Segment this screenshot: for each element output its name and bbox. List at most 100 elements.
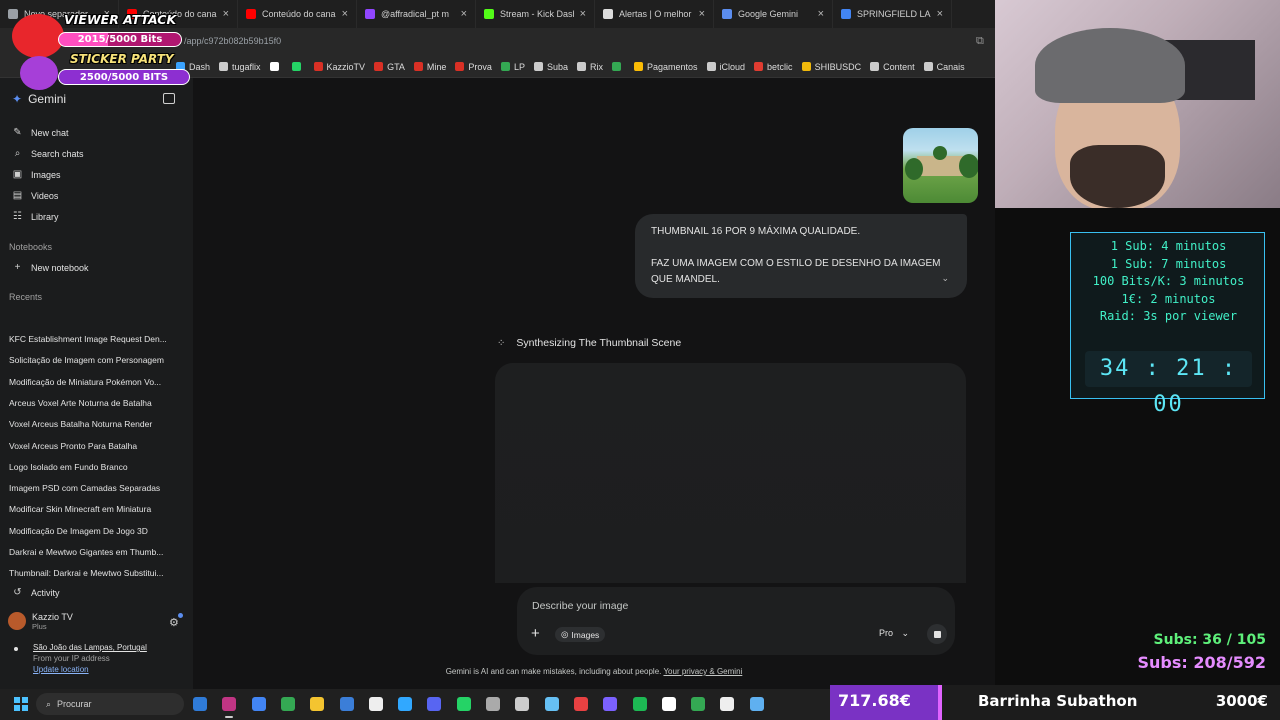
bookmark-icon — [576, 62, 586, 71]
gemini-logo[interactable]: ✦ Gemini — [12, 92, 66, 106]
activity-button[interactable]: ↺ Activity — [12, 587, 59, 598]
sidebar-nav-item[interactable]: ▤ Videos — [12, 190, 59, 201]
app-green-icon[interactable] — [280, 697, 295, 711]
discord-icon[interactable] — [427, 697, 442, 711]
folder-icon[interactable] — [310, 697, 325, 711]
bookmark-item[interactable]: KazzioTV — [313, 62, 365, 72]
capcut-pro-icon[interactable] — [720, 697, 735, 711]
close-tab-icon[interactable]: × — [461, 8, 467, 20]
bookmark-item[interactable] — [611, 62, 625, 71]
recent-chat-item[interactable]: Arceus Voxel Arte Noturna de Batalha — [9, 398, 179, 408]
update-location-link[interactable]: Update location — [33, 665, 147, 674]
recent-chat-item[interactable]: Imagem PSD com Camadas Separadas — [9, 483, 179, 493]
sidebar-nav-item[interactable]: ✎ New chat — [12, 127, 68, 138]
edit-icon: ✎ — [13, 127, 22, 138]
close-tab-icon[interactable]: × — [580, 8, 586, 20]
close-tab-icon[interactable]: × — [699, 8, 705, 20]
translate-icon[interactable]: ⧉ — [976, 35, 984, 48]
whatsapp-icon[interactable] — [456, 697, 471, 711]
tab-label: SPRINGFIELD LAND — [857, 9, 931, 19]
avatar[interactable] — [8, 612, 26, 630]
bookmark-label: betclic — [767, 61, 793, 72]
prompt-input-box[interactable]: Describe your image + ◎ Images Pro ⌄ — [517, 587, 955, 655]
notepad-icon[interactable] — [749, 697, 764, 711]
sidebar-toggle-icon[interactable] — [163, 93, 175, 104]
photoshop-icon[interactable] — [398, 697, 413, 711]
url-text[interactable]: /app/c972b082b59b15f0 — [184, 36, 281, 46]
stop-generation-button[interactable] — [927, 624, 947, 644]
drive-icon[interactable] — [691, 697, 706, 711]
chrome-icon[interactable] — [251, 697, 266, 711]
browser-tab[interactable]: @affradical_pt m × — [357, 0, 476, 28]
bookmark-item[interactable] — [269, 62, 283, 71]
user-account[interactable]: Kazzio TV Plus — [8, 612, 73, 631]
images-tool-chip[interactable]: ◎ Images — [555, 627, 606, 642]
app-icon[interactable] — [486, 697, 500, 711]
recent-chat-item[interactable]: Logo Isolado em Fundo Branco — [9, 462, 179, 472]
close-tab-icon[interactable]: × — [818, 8, 824, 20]
recent-chat-item[interactable]: Modificar Skin Minecraft em Miniatura — [9, 504, 179, 514]
browser-tab[interactable]: Google Gemini × — [714, 0, 833, 28]
bookmark-label: Suba — [546, 61, 568, 72]
recent-chat-item[interactable]: Voxel Arceus Batalha Noturna Render — [9, 419, 179, 429]
bookmark-item[interactable]: Canais — [923, 62, 965, 72]
close-tab-icon[interactable]: × — [937, 8, 943, 20]
new-notebook-button[interactable]: + New notebook — [12, 262, 89, 273]
recent-chat-item[interactable]: Thumbnail: Darkrai e Mewtwo Substitui... — [9, 568, 179, 578]
bookmark-icon — [219, 62, 229, 71]
recent-chat-item[interactable]: Voxel Arceus Pronto Para Batalha — [9, 441, 179, 451]
nav-label: Images — [31, 169, 61, 180]
bookmark-item[interactable]: SHIBUSDC — [801, 62, 861, 72]
close-tab-icon[interactable]: × — [342, 8, 348, 20]
bookmark-item[interactable] — [291, 62, 305, 71]
capcut-alt-icon[interactable] — [661, 697, 676, 711]
bookmark-item[interactable]: iCloud — [706, 62, 745, 72]
sidebar-nav-item[interactable]: ▣ Images — [12, 169, 61, 180]
uploaded-image-thumbnail[interactable] — [903, 128, 978, 203]
thinking-status[interactable]: ⁘ Synthesizing The Thumbnail Scene — [497, 337, 681, 349]
browser-tab[interactable]: SPRINGFIELD LAND × — [833, 0, 952, 28]
calculator-icon[interactable] — [339, 697, 354, 711]
prompt-input[interactable]: Describe your image — [532, 600, 628, 612]
recent-chat-item[interactable]: Modificação de Miniatura Pokémon Vo... — [9, 377, 179, 387]
file-explorer-icon[interactable] — [193, 697, 207, 711]
browser-tab[interactable]: Conteúdo do canal - × — [238, 0, 357, 28]
capcut-icon[interactable] — [368, 697, 383, 711]
browser-tab[interactable]: Stream - Kick Dashb × — [476, 0, 595, 28]
sidebar-nav-item[interactable]: ⌕ Search chats — [12, 148, 84, 159]
taskbar-search[interactable]: ⌕ Procurar — [36, 693, 184, 715]
bookmark-item[interactable]: Suba — [533, 61, 568, 72]
close-tab-icon[interactable]: × — [223, 8, 229, 20]
expand-chevron-icon[interactable]: ⌄ — [941, 270, 949, 286]
obs-icon[interactable] — [515, 697, 530, 711]
bookmark-label: Mine — [426, 61, 447, 72]
steam-icon[interactable] — [544, 697, 559, 711]
sidebar-nav-item[interactable]: ☷ Library — [12, 211, 59, 222]
recent-chat-item[interactable]: Modificação De Imagem De Jogo 3D — [9, 526, 179, 536]
bookmark-item[interactable]: Pagamentos — [633, 62, 698, 72]
windows-start-icon[interactable] — [14, 697, 28, 711]
riot-icon[interactable] — [573, 697, 588, 711]
bookmark-item[interactable]: Rix — [576, 62, 603, 72]
grid-app-icon[interactable] — [603, 697, 618, 711]
bookmark-item[interactable]: GTA — [374, 62, 405, 72]
location-text[interactable]: São João das Lampas, Portugal — [33, 643, 147, 652]
settings-gear-icon[interactable]: ⚙ — [169, 616, 179, 629]
privacy-link[interactable]: Your privacy & Gemini — [663, 667, 742, 676]
bookmark-item[interactable]: LP — [500, 62, 525, 72]
bookmark-item[interactable]: betclic — [754, 62, 793, 72]
model-selector[interactable]: Pro ⌄ — [879, 628, 909, 639]
instagram-icon[interactable] — [222, 697, 237, 711]
bookmark-item[interactable]: Mine — [413, 61, 447, 72]
recent-chat-item[interactable]: Darkrai e Mewtwo Gigantes em Thumb... — [9, 547, 179, 557]
bookmark-item[interactable]: Content — [870, 62, 915, 72]
bookmark-item[interactable]: Prova — [455, 62, 492, 72]
recent-chat-item[interactable]: KFC Establishment Image Request Den... — [9, 334, 179, 344]
browser-tab[interactable]: Alertas | O melhor s × — [595, 0, 714, 28]
bookmark-icon — [313, 62, 323, 71]
image-icon: ▣ — [12, 169, 23, 180]
recent-chat-item[interactable]: Solicitação de Imagem com Personagem — [9, 355, 179, 365]
bookmark-item[interactable]: tugaflix — [219, 62, 261, 72]
add-attachment-button[interactable]: + — [531, 625, 540, 642]
spotify-icon[interactable] — [632, 697, 647, 711]
